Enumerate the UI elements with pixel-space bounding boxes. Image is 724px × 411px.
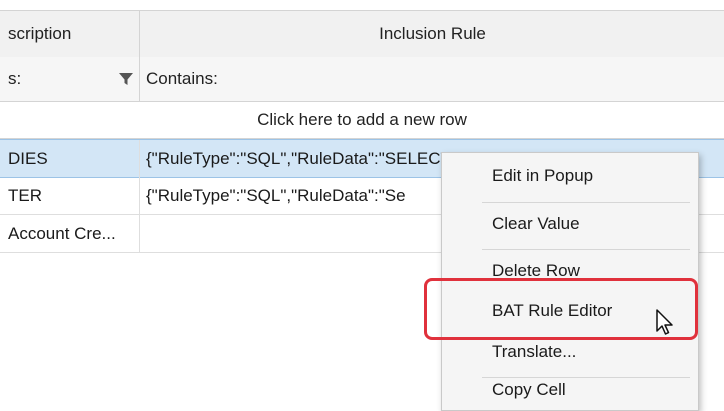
column-header-inclusion-rule[interactable]: Inclusion Rule (141, 11, 724, 57)
menu-item-label: Clear Value (492, 214, 580, 233)
header-row: scription Inclusion Rule (0, 10, 724, 58)
menu-item-edit-in-popup[interactable]: Edit in Popup (442, 156, 698, 196)
menu-item-copy-cell[interactable]: Copy Cell (442, 370, 698, 410)
filter-icon[interactable] (118, 71, 134, 87)
column-header-description[interactable]: scription (0, 11, 140, 57)
cell-description[interactable]: TER (0, 177, 140, 214)
menu-item-label: Copy Cell (492, 380, 566, 399)
cell-description[interactable]: Account Cre... (0, 215, 140, 252)
mouse-pointer-icon (656, 309, 673, 335)
menu-separator (482, 202, 690, 203)
menu-item-clear-value[interactable]: Clear Value (442, 204, 698, 244)
menu-separator (482, 249, 690, 250)
cell-description[interactable]: DIES (0, 140, 140, 177)
add-new-row[interactable]: Click here to add a new row (0, 102, 724, 139)
filter-inclusion-rule[interactable]: Contains: (146, 57, 706, 101)
filter-row: s: Contains: (0, 57, 724, 102)
menu-item-label: Edit in Popup (492, 166, 594, 185)
